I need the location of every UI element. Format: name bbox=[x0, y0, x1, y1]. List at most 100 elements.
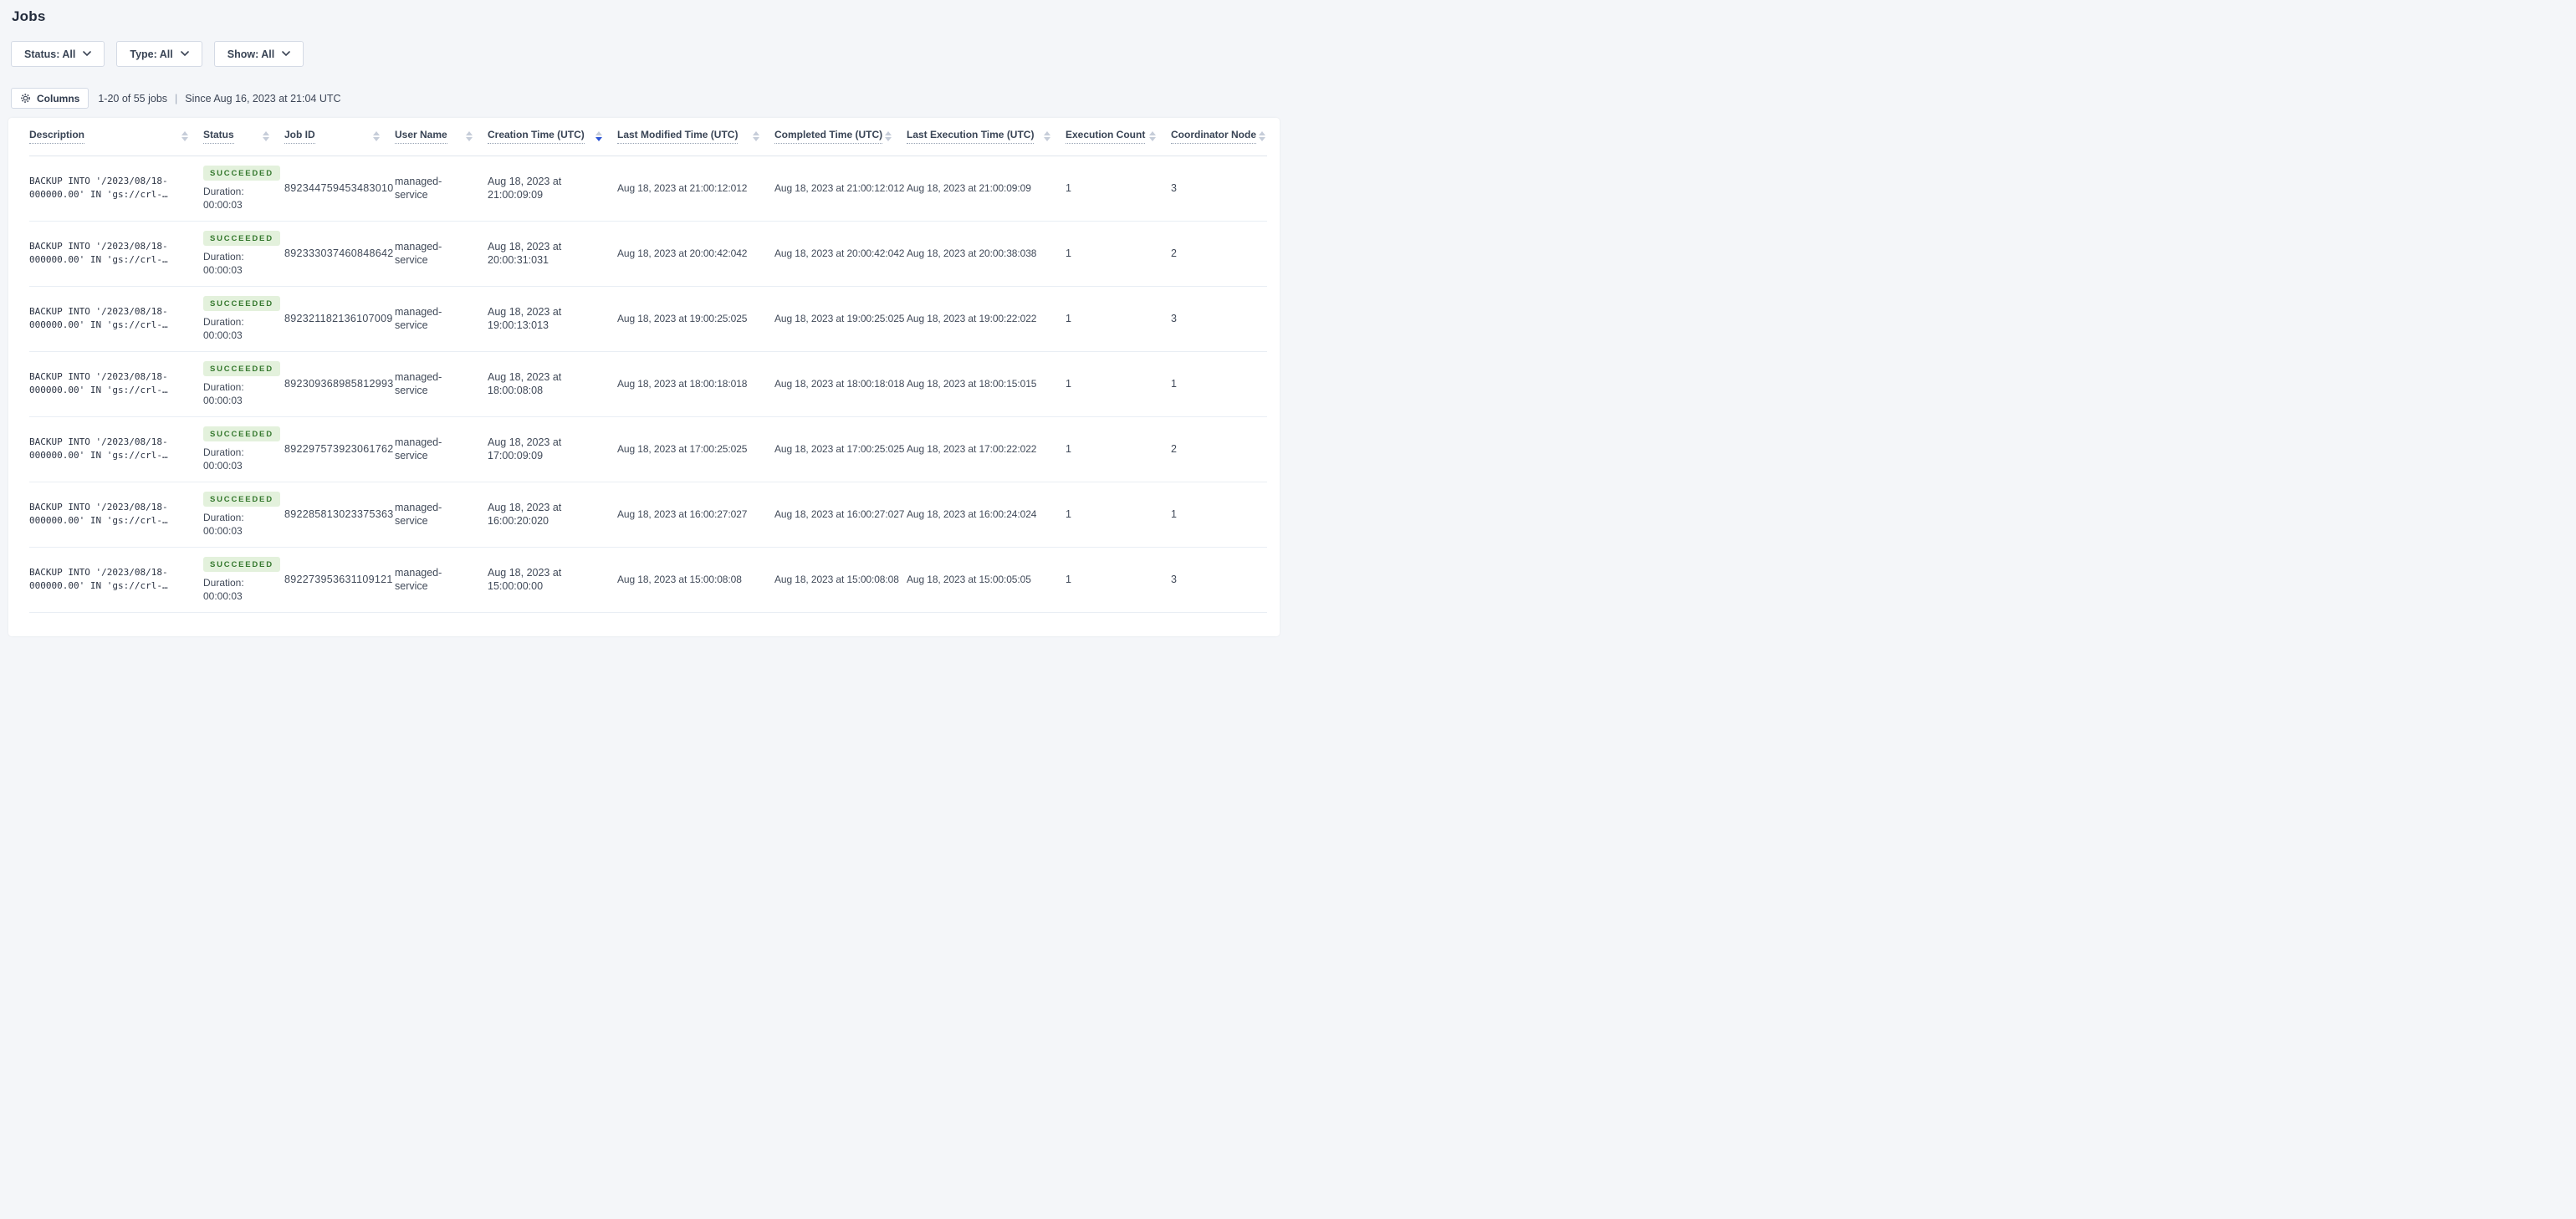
user-name: managed- service bbox=[395, 286, 488, 352]
sort-icon[interactable] bbox=[1044, 131, 1050, 142]
job-id: 892285813023375363 bbox=[284, 482, 395, 548]
completed-time: Aug 18, 2023 at 19:00:25:025 bbox=[774, 286, 907, 352]
job-description-link[interactable]: BACKUP INTO '/2023/08/18- 000000.00' IN … bbox=[29, 436, 195, 463]
job-id: 892297573923061762 bbox=[284, 416, 395, 482]
creation-time: Aug 18, 2023 at 17:00:09:09 bbox=[488, 416, 617, 482]
table-row[interactable]: BACKUP INTO '/2023/08/18- 000000.00' IN … bbox=[29, 156, 1267, 222]
table-row[interactable]: BACKUP INTO '/2023/08/18- 000000.00' IN … bbox=[29, 286, 1267, 352]
completed-time: Aug 18, 2023 at 15:00:08:08 bbox=[774, 547, 907, 613]
columns-button-label: Columns bbox=[37, 92, 80, 105]
execution-count: 1 bbox=[1066, 221, 1171, 287]
job-id: 892333037460848642 bbox=[284, 221, 395, 287]
status-badge: SUCCEEDED bbox=[203, 360, 280, 376]
last-execution-time: Aug 18, 2023 at 19:00:22:022 bbox=[907, 286, 1066, 352]
sort-icon[interactable] bbox=[753, 131, 759, 142]
creation-time: Aug 18, 2023 at 19:00:13:013 bbox=[488, 286, 617, 352]
execution-count: 1 bbox=[1066, 351, 1171, 417]
status-filter-dropdown[interactable]: Status: All bbox=[11, 41, 105, 67]
status-filter-label: Status: All bbox=[24, 48, 76, 60]
last-modified-time: Aug 18, 2023 at 15:00:08:08 bbox=[617, 547, 774, 613]
coordinator-node: 3 bbox=[1171, 286, 1267, 352]
user-name: managed- service bbox=[395, 156, 488, 222]
jobs-page: Jobs Status: All Type: All Show: All Col… bbox=[0, 8, 1288, 636]
status-badge: SUCCEEDED bbox=[203, 491, 280, 507]
show-filter-dropdown[interactable]: Show: All bbox=[213, 41, 304, 67]
table-row[interactable]: BACKUP INTO '/2023/08/18- 000000.00' IN … bbox=[29, 547, 1267, 613]
last-execution-time: Aug 18, 2023 at 15:00:05:05 bbox=[907, 547, 1066, 613]
coordinator-node: 1 bbox=[1171, 351, 1267, 417]
table-header-row: Description Status Job ID User Name Crea… bbox=[29, 118, 1267, 156]
chevron-down-icon bbox=[282, 51, 291, 57]
job-duration: Duration: 00:00:03 bbox=[203, 576, 244, 602]
job-description-link[interactable]: BACKUP INTO '/2023/08/18- 000000.00' IN … bbox=[29, 175, 195, 202]
job-id: 892344759453483010 bbox=[284, 156, 395, 222]
user-name: managed- service bbox=[395, 221, 488, 287]
sort-icon[interactable] bbox=[263, 131, 269, 142]
sort-icon[interactable] bbox=[466, 131, 473, 142]
job-description-link[interactable]: BACKUP INTO '/2023/08/18- 000000.00' IN … bbox=[29, 501, 195, 528]
column-header-job-id[interactable]: Job ID bbox=[284, 129, 315, 145]
job-description-link[interactable]: BACKUP INTO '/2023/08/18- 000000.00' IN … bbox=[29, 370, 195, 398]
table-row[interactable]: BACKUP INTO '/2023/08/18- 000000.00' IN … bbox=[29, 482, 1267, 548]
table-row[interactable]: BACKUP INTO '/2023/08/18- 000000.00' IN … bbox=[29, 416, 1267, 482]
since-timestamp: Since Aug 16, 2023 at 21:04 UTC bbox=[185, 92, 341, 105]
creation-time: Aug 18, 2023 at 15:00:00:00 bbox=[488, 547, 617, 613]
table-row[interactable]: BACKUP INTO '/2023/08/18- 000000.00' IN … bbox=[29, 351, 1267, 417]
filter-bar: Status: All Type: All Show: All bbox=[11, 41, 1288, 67]
column-header-status[interactable]: Status bbox=[203, 129, 234, 145]
column-header-last-modified-time[interactable]: Last Modified Time (UTC) bbox=[617, 129, 739, 145]
sort-icon-active-desc[interactable] bbox=[595, 131, 602, 142]
sort-icon[interactable] bbox=[1259, 131, 1265, 142]
last-execution-time: Aug 18, 2023 at 16:00:24:024 bbox=[907, 482, 1066, 548]
last-modified-time: Aug 18, 2023 at 21:00:12:012 bbox=[617, 156, 774, 222]
jobs-table-card: Description Status Job ID User Name Crea… bbox=[8, 118, 1280, 636]
sort-icon[interactable] bbox=[1149, 131, 1156, 142]
job-id: 892321182136107009 bbox=[284, 286, 395, 352]
gear-icon bbox=[21, 94, 30, 103]
sort-icon[interactable] bbox=[181, 131, 188, 142]
last-modified-time: Aug 18, 2023 at 16:00:27:027 bbox=[617, 482, 774, 548]
user-name: managed- service bbox=[395, 547, 488, 613]
column-header-user-name[interactable]: User Name bbox=[395, 129, 447, 145]
table-row[interactable]: BACKUP INTO '/2023/08/18- 000000.00' IN … bbox=[29, 221, 1267, 287]
chevron-down-icon bbox=[83, 51, 92, 57]
type-filter-label: Type: All bbox=[130, 48, 173, 60]
last-execution-time: Aug 18, 2023 at 18:00:15:015 bbox=[907, 351, 1066, 417]
job-description-link[interactable]: BACKUP INTO '/2023/08/18- 000000.00' IN … bbox=[29, 240, 195, 268]
type-filter-dropdown[interactable]: Type: All bbox=[116, 41, 202, 67]
jobs-table-body: BACKUP INTO '/2023/08/18- 000000.00' IN … bbox=[29, 156, 1267, 613]
job-description-link[interactable]: BACKUP INTO '/2023/08/18- 000000.00' IN … bbox=[29, 566, 195, 594]
last-modified-time: Aug 18, 2023 at 17:00:25:025 bbox=[617, 416, 774, 482]
job-description-link[interactable]: BACKUP INTO '/2023/08/18- 000000.00' IN … bbox=[29, 305, 195, 333]
column-header-creation-time[interactable]: Creation Time (UTC) bbox=[488, 129, 585, 145]
column-header-last-execution-time[interactable]: Last Execution Time (UTC) bbox=[907, 129, 1035, 145]
toolbar-separator: | bbox=[175, 92, 178, 105]
execution-count: 1 bbox=[1066, 156, 1171, 222]
completed-time: Aug 18, 2023 at 21:00:12:012 bbox=[774, 156, 907, 222]
status-badge: SUCCEEDED bbox=[203, 230, 280, 246]
completed-time: Aug 18, 2023 at 16:00:27:027 bbox=[774, 482, 907, 548]
completed-time: Aug 18, 2023 at 17:00:25:025 bbox=[774, 416, 907, 482]
creation-time: Aug 18, 2023 at 18:00:08:08 bbox=[488, 351, 617, 417]
job-duration: Duration: 00:00:03 bbox=[203, 511, 244, 537]
column-header-execution-count[interactable]: Execution Count bbox=[1066, 129, 1146, 145]
column-header-coordinator-node[interactable]: Coordinator Node bbox=[1171, 129, 1256, 145]
execution-count: 1 bbox=[1066, 547, 1171, 613]
columns-button[interactable]: Columns bbox=[11, 88, 89, 109]
last-modified-time: Aug 18, 2023 at 18:00:18:018 bbox=[617, 351, 774, 417]
jobs-count: 1-20 of 55 jobs bbox=[98, 92, 168, 105]
status-badge: SUCCEEDED bbox=[203, 556, 280, 572]
user-name: managed- service bbox=[395, 351, 488, 417]
coordinator-node: 2 bbox=[1171, 416, 1267, 482]
execution-count: 1 bbox=[1066, 482, 1171, 548]
user-name: managed- service bbox=[395, 416, 488, 482]
last-execution-time: Aug 18, 2023 at 17:00:22:022 bbox=[907, 416, 1066, 482]
column-header-completed-time[interactable]: Completed Time (UTC) bbox=[774, 129, 883, 145]
column-header-description[interactable]: Description bbox=[29, 129, 85, 145]
creation-time: Aug 18, 2023 at 21:00:09:09 bbox=[488, 156, 617, 222]
table-toolbar: Columns 1-20 of 55 jobs | Since Aug 16, … bbox=[11, 88, 1288, 109]
creation-time: Aug 18, 2023 at 20:00:31:031 bbox=[488, 221, 617, 287]
sort-icon[interactable] bbox=[373, 131, 380, 142]
last-modified-time: Aug 18, 2023 at 19:00:25:025 bbox=[617, 286, 774, 352]
sort-icon[interactable] bbox=[885, 131, 892, 142]
